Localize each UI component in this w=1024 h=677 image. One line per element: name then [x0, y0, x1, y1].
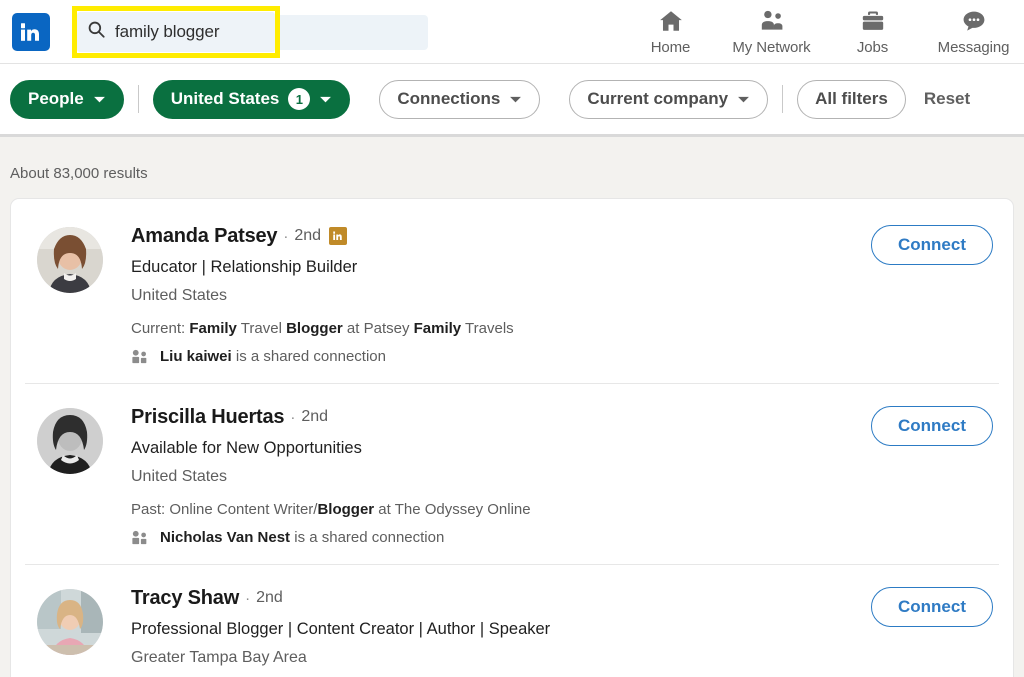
home-icon [658, 6, 684, 36]
result-location: Greater Tampa Bay Area [131, 648, 999, 668]
nav-label-jobs: Jobs [857, 39, 888, 56]
search-input-value: family blogger [115, 22, 219, 42]
filter-people-label: People [28, 89, 84, 109]
result-name[interactable]: Priscilla Huertas [131, 407, 284, 427]
filter-connections[interactable]: Connections [379, 80, 540, 119]
meta-keyword: Blogger [286, 320, 343, 337]
shared-connection-suffix: is a shared connection [232, 348, 386, 365]
search-result-item[interactable]: Priscilla Huertas · 2nd Available for Ne… [25, 383, 999, 564]
result-headline: Professional Blogger | Content Creator |… [131, 619, 999, 640]
connect-button[interactable]: Connect [871, 406, 993, 446]
search-result-item[interactable]: Amanda Patsey · 2nd Educator | Relations… [25, 199, 999, 383]
meta-keyword: Family [414, 320, 462, 337]
result-name-line: Amanda Patsey · 2nd [131, 226, 999, 246]
search-filter-bar: People United States 1 Connections Curre… [0, 64, 1024, 137]
shared-connection-people-icon [131, 530, 148, 545]
result-name[interactable]: Amanda Patsey [131, 226, 277, 246]
chevron-down-icon [93, 95, 106, 104]
result-degree: 2nd [256, 590, 283, 606]
result-degree: 2nd [301, 409, 328, 425]
result-meta-prefix: Current: [131, 320, 189, 337]
my-network-icon [759, 6, 785, 36]
result-meta-parts: Family Travel Blogger at Patsey Family T… [189, 320, 513, 337]
result-headline: Educator | Relationship Builder [131, 257, 999, 278]
result-name[interactable]: Tracy Shaw [131, 588, 239, 608]
avatar[interactable] [37, 227, 103, 293]
meta-text: at The Odyssey Online [374, 501, 530, 518]
chevron-down-icon [319, 95, 332, 104]
filter-location-label: United States [171, 89, 280, 109]
nav-label-home: Home [651, 39, 691, 56]
meta-keyword: Family [189, 320, 237, 337]
result-location: United States [131, 467, 999, 487]
filter-connections-label: Connections [397, 89, 500, 109]
result-separator: · [283, 229, 288, 244]
result-meta-prefix: Past: Online Content Writer/ [131, 501, 317, 518]
result-info: Priscilla Huertas · 2nd Available for Ne… [131, 406, 999, 546]
linkedin-premium-badge-icon [329, 227, 347, 245]
result-location: United States [131, 286, 999, 306]
result-meta: Past: Online Content Writer/Blogger at T… [131, 500, 999, 520]
search-result-item[interactable]: Tracy Shaw · 2nd Professional Blogger | … [25, 564, 999, 677]
result-info: Tracy Shaw · 2nd Professional Blogger | … [131, 587, 999, 677]
all-filters-label: All filters [815, 89, 888, 109]
shared-connection-people-icon [131, 349, 148, 364]
result-meta: Current: Family Travel Blogger at Patsey… [131, 319, 999, 339]
filter-current-company-label: Current company [587, 89, 728, 109]
filter-current-company[interactable]: Current company [569, 80, 768, 119]
top-navigation-bar: family blogger Home My Network [0, 0, 1024, 64]
jobs-briefcase-icon [860, 6, 886, 36]
search-results-list: Amanda Patsey · 2nd Educator | Relations… [10, 198, 1014, 677]
connect-button[interactable]: Connect [871, 225, 993, 265]
nav-item-my-network[interactable]: My Network [721, 0, 822, 64]
chevron-down-icon [737, 95, 750, 104]
linkedin-logo-icon[interactable] [12, 13, 50, 51]
nav-label-my-network: My Network [732, 39, 810, 56]
meta-keyword: Blogger [317, 501, 374, 518]
shared-connection-suffix: is a shared connection [290, 529, 444, 546]
filter-location-count-badge: 1 [288, 88, 310, 110]
all-filters-button[interactable]: All filters [797, 80, 906, 119]
primary-nav-items: Home My Network Jobs [620, 0, 1024, 64]
avatar[interactable] [37, 589, 103, 655]
result-shared-connection: Nicholas Van Nest is a shared connection [131, 529, 999, 546]
result-name-line: Tracy Shaw · 2nd [131, 588, 999, 608]
messaging-icon [961, 6, 987, 36]
filter-people[interactable]: People [10, 80, 124, 119]
meta-text: at Patsey [343, 320, 414, 337]
meta-text: Travel [237, 320, 286, 337]
result-separator: · [290, 410, 295, 425]
search-area: family blogger [72, 6, 430, 58]
nav-item-messaging[interactable]: Messaging [923, 0, 1024, 64]
avatar[interactable] [37, 408, 103, 474]
nav-item-jobs[interactable]: Jobs [822, 0, 923, 64]
result-degree: 2nd [294, 228, 321, 244]
filter-divider-4 [782, 85, 783, 113]
nav-item-home[interactable]: Home [620, 0, 721, 64]
shared-connection-name: Liu kaiwei [160, 348, 232, 365]
result-shared-connection: Liu kaiwei is a shared connection [131, 348, 999, 365]
shared-connection-name: Nicholas Van Nest [160, 529, 290, 546]
search-input[interactable]: family blogger [77, 12, 275, 52]
result-headline: Available for New Opportunities [131, 438, 999, 459]
filter-divider-1 [138, 85, 139, 113]
search-icon [87, 20, 106, 44]
result-name-line: Priscilla Huertas · 2nd [131, 407, 999, 427]
result-meta-parts: Blogger at The Odyssey Online [317, 501, 530, 518]
reset-filters-button[interactable]: Reset [924, 89, 970, 109]
results-count: About 83,000 results [0, 137, 1024, 198]
connect-button[interactable]: Connect [871, 587, 993, 627]
filter-location-united-states[interactable]: United States 1 [153, 80, 351, 119]
meta-text: Travels [461, 320, 514, 337]
result-info: Amanda Patsey · 2nd Educator | Relations… [131, 225, 999, 365]
nav-label-messaging: Messaging [938, 39, 1010, 56]
chevron-down-icon [509, 95, 522, 104]
result-separator: · [245, 591, 250, 606]
